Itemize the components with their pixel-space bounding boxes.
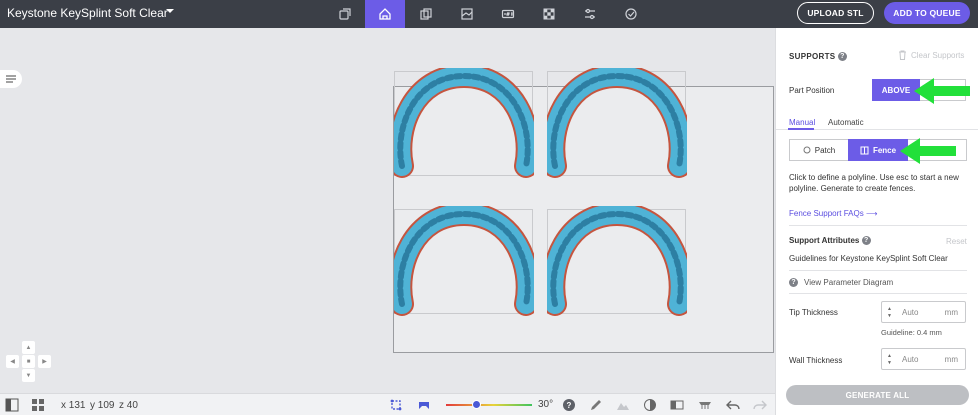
decrement-icon: ▼	[887, 360, 892, 366]
supports-tool-button[interactable]	[365, 0, 405, 28]
help-icon[interactable]: ?	[837, 52, 847, 62]
svg-text:?: ?	[567, 401, 572, 410]
active-tab-indicator	[788, 128, 814, 130]
dental-splint-model[interactable]	[547, 68, 687, 178]
help-icon: ?	[789, 278, 798, 287]
generate-all-button[interactable]: GENERATE ALL	[786, 385, 969, 405]
guidelines-text: Guidelines for Keystone KeySplint Soft C…	[789, 254, 948, 263]
material-selector[interactable]: Keystone KeySplint Soft Clear	[7, 6, 168, 20]
dental-splint-model[interactable]	[394, 68, 534, 178]
platform-icon[interactable]	[698, 398, 712, 412]
x-coordinate: x 131	[61, 400, 86, 411]
check-circle-icon	[625, 8, 637, 20]
checker-tool-button[interactable]	[529, 0, 569, 28]
annotation-arrow-icon	[914, 78, 970, 104]
layout-tool-button[interactable]	[406, 0, 446, 28]
slice-preview-icon	[461, 8, 473, 20]
check-tool-button[interactable]	[611, 0, 651, 28]
fence-faq-link[interactable]: Fence Support FAQs ⟶	[789, 209, 877, 218]
support-attributes-title: Support Attributes ?	[789, 236, 871, 246]
fence-icon	[860, 146, 869, 154]
undo-icon[interactable]	[726, 398, 740, 412]
wall-thickness-input[interactable]: ▲ ▼ Auto mm	[881, 348, 966, 370]
tab-automatic[interactable]: Automatic	[828, 118, 864, 127]
arrow-right-icon: ⟶	[865, 209, 878, 218]
camera-nav-pad: ▲ ◀ ■ ▶ ▼	[6, 341, 52, 383]
tip-thickness-label: Tip Thickness	[789, 308, 838, 317]
slider-handle[interactable]	[472, 400, 481, 409]
grid-view-icon[interactable]	[31, 398, 45, 412]
part-position-label: Part Position	[789, 86, 835, 95]
wall-thickness-label: Wall Thickness	[789, 356, 843, 365]
bottom-toolbar: x 131 y 109 z 40 30° ?	[0, 393, 775, 415]
view-parameter-diagram-link[interactable]: ? View Parameter Diagram	[789, 278, 893, 287]
layout-icon	[420, 8, 432, 20]
contrast-icon[interactable]	[643, 398, 657, 412]
tip-guideline: Guideline: 0.4 mm	[881, 328, 942, 337]
pan-left-button[interactable]: ◀	[6, 355, 19, 368]
angle-value: 30°	[538, 399, 554, 410]
orient-icon	[339, 8, 351, 20]
select-area-icon[interactable]	[389, 398, 403, 412]
z-coordinate: z 40	[119, 400, 138, 411]
supports-icon	[379, 8, 391, 20]
overhang-angle-slider[interactable]	[446, 404, 532, 406]
label-icon	[501, 9, 515, 19]
redo-icon[interactable]	[753, 398, 767, 412]
divider	[789, 270, 967, 271]
label-tool-button[interactable]	[488, 0, 528, 28]
pencil-icon[interactable]	[589, 398, 603, 412]
upload-stl-button[interactable]: UPLOAD STL	[797, 2, 874, 24]
chevron-down-icon[interactable]	[166, 9, 174, 13]
mountain-icon[interactable]	[616, 398, 630, 412]
patch-option[interactable]: Patch	[790, 140, 848, 160]
pan-up-button[interactable]: ▲	[22, 341, 35, 354]
tip-thickness-input[interactable]: ▲ ▼ Auto mm	[881, 301, 966, 323]
clear-supports-button[interactable]: Clear Supports	[898, 50, 964, 60]
tab-manual[interactable]: Manual	[789, 118, 815, 127]
help-icon[interactable]: ?	[562, 398, 576, 412]
dental-splint-model[interactable]	[547, 206, 687, 316]
help-icon[interactable]: ?	[861, 236, 871, 246]
split-view-icon[interactable]	[670, 398, 684, 412]
pan-down-button[interactable]: ▼	[22, 369, 35, 382]
patch-icon	[803, 146, 811, 154]
top-toolbar: Keystone KeySplint Soft Clear UPLOAD STL…	[0, 0, 978, 28]
settings-tool-button[interactable]	[570, 0, 610, 28]
center-view-button[interactable]: ■	[22, 355, 35, 368]
slice-tool-button[interactable]	[447, 0, 487, 28]
divider	[789, 293, 967, 294]
dental-splint-model[interactable]	[394, 206, 534, 316]
pan-right-button[interactable]: ▶	[38, 355, 51, 368]
orient-tool-button[interactable]	[325, 0, 365, 28]
panel-title: SUPPORTS ?	[789, 52, 847, 62]
y-coordinate: y 109	[90, 400, 115, 411]
panel-toggle-icon[interactable]	[5, 398, 19, 412]
fence-instructions: Click to define a polyline. Use esc to s…	[789, 173, 959, 193]
add-to-queue-button[interactable]: ADD TO QUEUE	[884, 2, 970, 24]
overhang-icon[interactable]	[417, 398, 431, 412]
increment-icon: ▲	[887, 353, 892, 359]
divider	[789, 225, 967, 226]
annotation-arrow-icon	[900, 138, 956, 164]
increment-icon: ▲	[887, 306, 892, 312]
trash-icon	[899, 50, 906, 60]
list-icon	[6, 75, 16, 83]
checker-icon	[543, 8, 555, 20]
decrement-icon: ▼	[887, 313, 892, 319]
sliders-icon	[585, 8, 595, 20]
scene-menu-button[interactable]	[0, 70, 22, 88]
reset-button[interactable]: Reset	[946, 237, 967, 246]
